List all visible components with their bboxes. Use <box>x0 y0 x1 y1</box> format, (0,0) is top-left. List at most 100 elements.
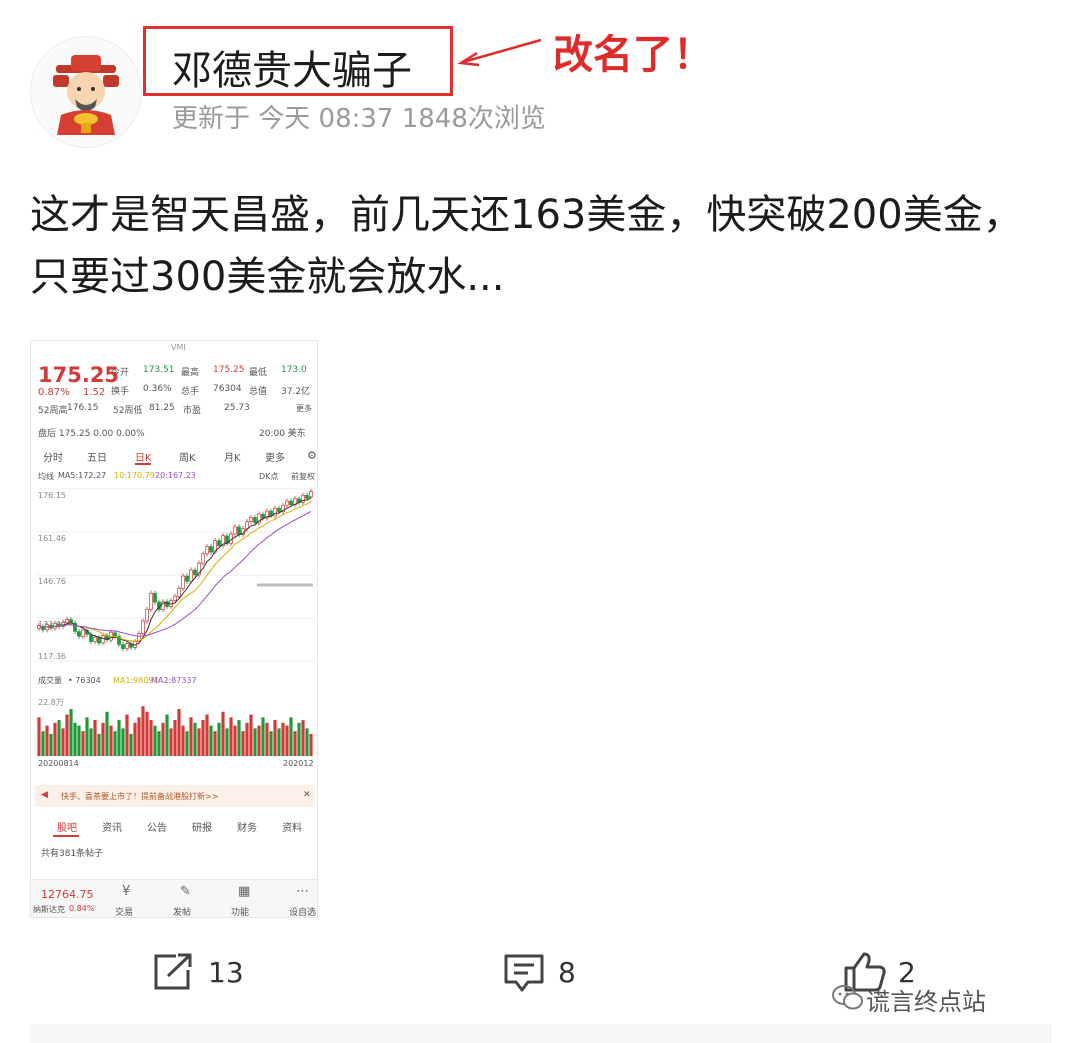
volume-bar <box>89 728 93 756</box>
candle <box>65 618 69 623</box>
posts-count: 共有381条帖子 <box>41 849 104 859</box>
more-icon[interactable]: ⋯ <box>296 884 309 899</box>
pe-label: 市盈 <box>183 406 202 416</box>
close-icon[interactable]: ✕ <box>303 790 311 800</box>
comment-count: 8 <box>558 956 576 989</box>
news-tab[interactable]: 资讯 <box>102 819 122 834</box>
avatar[interactable] <box>30 36 142 148</box>
volume-bar <box>285 725 289 756</box>
dk-button[interactable]: DK点 <box>259 471 278 482</box>
volume-bar <box>257 725 261 756</box>
pe-value: 25.73 <box>224 403 250 413</box>
candle <box>289 500 293 506</box>
volume-bar <box>197 728 201 756</box>
volume-bar <box>221 711 225 756</box>
comment-icon[interactable] <box>502 952 546 994</box>
candle <box>181 575 185 589</box>
news-tab[interactable]: 财务 <box>237 819 257 834</box>
volume-bar <box>241 731 245 756</box>
candle <box>153 592 157 603</box>
settings-gear-icon[interactable]: ⚙ <box>307 449 317 462</box>
volume-bar <box>69 709 73 756</box>
promo-text: 快手、喜茶要上市了！提前备战港股打新>> <box>61 792 219 801</box>
period-tab[interactable]: 五日 <box>87 449 107 464</box>
volume-bar <box>61 728 65 756</box>
candle <box>185 575 189 582</box>
volume-bar <box>273 720 277 756</box>
candle <box>121 644 125 649</box>
volume-bar <box>249 714 253 756</box>
volume-bar <box>133 722 137 756</box>
candle <box>77 631 81 637</box>
volume-bar <box>225 728 229 756</box>
volume-bar <box>301 720 305 756</box>
candle <box>201 553 205 564</box>
stock-change-pct: 0.87% <box>38 387 70 398</box>
active-tab-indicator <box>53 835 79 837</box>
period-tab[interactable]: 分时 <box>43 449 63 464</box>
after-hours-quote: 盘后 175.25 0.00 0.00% <box>38 429 145 439</box>
period-tab[interactable]: 周K <box>179 449 196 464</box>
news-tab[interactable]: 资料 <box>282 819 302 834</box>
volume-bar <box>97 733 101 756</box>
megaphone-icon: ◀ <box>41 790 48 800</box>
volume-bar <box>305 728 309 756</box>
week52-high: 176.15 <box>67 403 99 413</box>
stock-screenshot[interactable]: VMI 175.25 0.87% 1.52 今开 173.51 最高 175.25 最低… <box>30 340 318 918</box>
ma10-line <box>38 501 312 642</box>
trade-icon[interactable]: ¥ <box>122 884 130 899</box>
bottom-tab-label[interactable]: 发帖 <box>173 905 191 917</box>
promo-banner[interactable]: ◀ 快手、喜茶要上市了！提前备战港股打新>> ✕ <box>35 785 315 807</box>
volume-bar <box>289 717 293 756</box>
ma20-value: 20:167.23 <box>155 471 196 480</box>
volume-bar <box>269 731 273 756</box>
username[interactable]: 邓德贵大骗子 <box>172 38 412 96</box>
grid-icon[interactable]: ▦ <box>238 884 250 899</box>
more-link[interactable]: 更多 <box>296 403 312 414</box>
volume-bar <box>265 722 269 756</box>
candle <box>101 635 105 644</box>
candle <box>205 546 209 555</box>
share-count: 13 <box>208 956 244 989</box>
volume-label: 成交量 <box>38 675 62 685</box>
volume-bar <box>185 731 189 756</box>
news-tab[interactable]: 研报 <box>192 819 212 834</box>
date-end: 202012 <box>283 759 314 768</box>
volume-bar <box>157 731 161 756</box>
candle <box>149 592 153 610</box>
volume-bar <box>233 725 237 756</box>
news-tab[interactable]: 公告 <box>147 819 167 834</box>
share-icon[interactable] <box>152 952 194 992</box>
app-bottom-bar: 12764.75 纳斯达克 0.84% ¥ 交易 ✎ 发帖 ▦ 功能 ⋯ 设自选 <box>31 879 317 917</box>
period-tab[interactable]: 日K <box>135 449 152 464</box>
quote-cell: 173.0 <box>281 365 307 375</box>
bottom-tab-label[interactable]: 设自选 <box>289 905 316 917</box>
volume-bar <box>73 722 77 756</box>
bottom-tab-label[interactable]: 功能 <box>231 905 249 917</box>
fq-button[interactable]: 前复权 <box>291 471 315 482</box>
index-value: 12764.75 <box>41 888 94 901</box>
period-tab[interactable]: 更多 <box>265 449 285 464</box>
week52-low-label: 52周低 <box>113 406 143 416</box>
candle <box>89 634 93 642</box>
volume-bar <box>193 722 197 756</box>
quote-cell: 今开 <box>111 368 130 378</box>
period-tab[interactable]: 月K <box>224 449 241 464</box>
news-tab[interactable]: 股吧 <box>57 819 77 834</box>
candlestick-chart[interactable]: 176.15161.46146.76132.06117.36成交量 • 76304… <box>31 483 318 773</box>
volume-bar <box>213 731 217 756</box>
candle <box>277 507 281 513</box>
candle <box>233 526 237 535</box>
volume-bar <box>49 733 53 756</box>
volume-bar <box>201 720 205 756</box>
volume-max-label: 22.8万 <box>38 698 64 707</box>
volume-bar <box>237 720 241 756</box>
bottom-tab-label[interactable]: 交易 <box>115 905 133 917</box>
volume-ma2: MA2:87337 <box>151 676 197 685</box>
candle <box>193 569 197 576</box>
bottom-divider <box>30 1024 1052 1043</box>
candle <box>125 643 129 649</box>
volume-bar <box>145 711 149 756</box>
volume-bar <box>217 722 221 756</box>
edit-post-icon[interactable]: ✎ <box>180 884 191 899</box>
